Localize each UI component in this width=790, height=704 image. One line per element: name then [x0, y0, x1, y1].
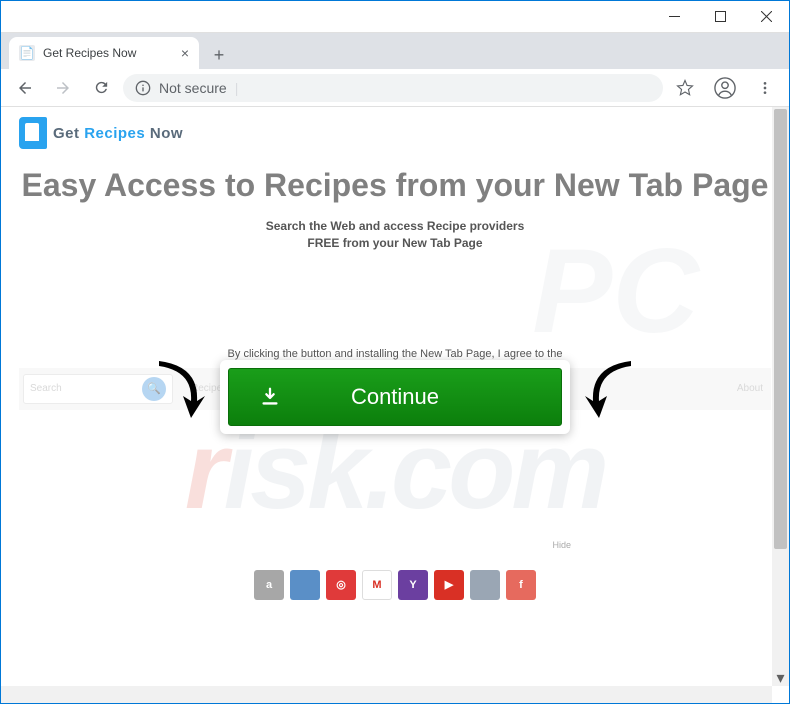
- nav-reload-button[interactable]: [85, 72, 117, 104]
- site-icons-row: a ◎ M Y ▶ f: [19, 570, 771, 600]
- arrow-left-icon: [149, 356, 209, 426]
- tab-close-button[interactable]: ×: [181, 46, 189, 60]
- hide-link[interactable]: Hide: [19, 540, 571, 550]
- browser-menu-button[interactable]: [749, 72, 781, 104]
- scrollbar-down-button[interactable]: ▾: [772, 669, 789, 686]
- site-icon-yahoo[interactable]: Y: [398, 570, 428, 600]
- nav-back-button[interactable]: [9, 72, 41, 104]
- scrollbar-thumb[interactable]: [774, 109, 787, 549]
- nav-forward-button[interactable]: [47, 72, 79, 104]
- tab-strip: 📄 Get Recipes Now × +: [1, 33, 789, 69]
- site-icon-generic2[interactable]: [470, 570, 500, 600]
- tab-favicon: 📄: [19, 45, 35, 61]
- site-icon-gmail[interactable]: M: [362, 570, 392, 600]
- tab-title: Get Recipes Now: [43, 46, 136, 60]
- page-headline: Easy Access to Recipes from your New Tab…: [19, 167, 771, 204]
- horizontal-scrollbar[interactable]: [1, 686, 772, 703]
- logo-icon: [19, 117, 47, 149]
- continue-button[interactable]: Continue: [228, 368, 562, 426]
- window-close-button[interactable]: [743, 1, 789, 33]
- page-subhead: Search the Web and access Recipe provide…: [19, 218, 771, 252]
- window-title-bar: [1, 1, 789, 33]
- browser-tab[interactable]: 📄 Get Recipes Now ×: [9, 37, 199, 69]
- site-icon-generic[interactable]: [290, 570, 320, 600]
- site-icon-amazon[interactable]: a: [254, 570, 284, 600]
- address-omnibox[interactable]: Not secure |: [123, 74, 663, 102]
- profile-avatar-button[interactable]: [709, 72, 741, 104]
- info-icon: [135, 80, 151, 96]
- continue-button-label: Continue: [351, 384, 439, 410]
- site-icon-food-network[interactable]: f: [506, 570, 536, 600]
- download-icon: [259, 386, 281, 408]
- vertical-scrollbar[interactable]: ▾: [772, 107, 789, 686]
- bookmark-star-button[interactable]: [669, 72, 701, 104]
- window-minimize-button[interactable]: [651, 1, 697, 33]
- arrow-right-icon: [581, 356, 641, 426]
- site-logo: Get Recipes Now: [19, 117, 771, 149]
- window-maximize-button[interactable]: [697, 1, 743, 33]
- address-bar: Not secure |: [1, 69, 789, 107]
- logo-text: Get Recipes Now: [53, 125, 183, 142]
- security-status-label: Not secure: [159, 80, 227, 96]
- site-icon-youtube[interactable]: ▶: [434, 570, 464, 600]
- cta-card: Continue: [220, 360, 570, 434]
- site-icon-target[interactable]: ◎: [326, 570, 356, 600]
- new-tab-button[interactable]: +: [205, 41, 233, 69]
